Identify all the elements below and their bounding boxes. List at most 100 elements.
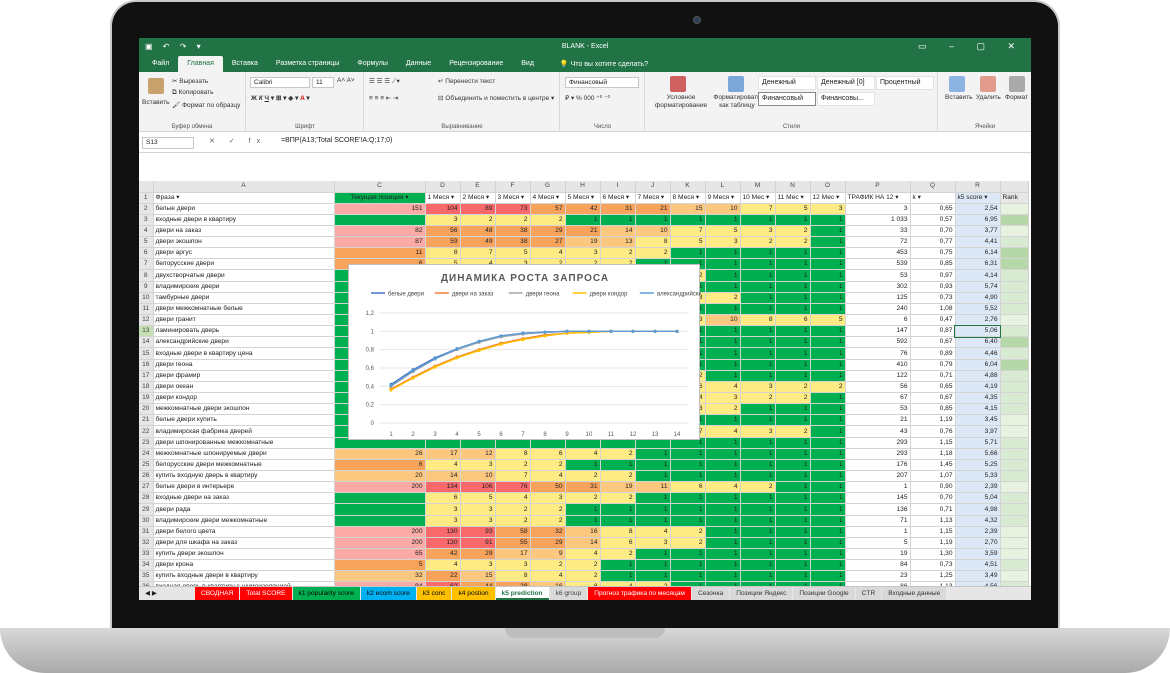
phrase-cell[interactable]: белорусские двери: [153, 258, 335, 271]
row-number[interactable]: 7: [139, 258, 154, 271]
k-cell[interactable]: 0,97: [910, 269, 956, 282]
month-cell[interactable]: 1: [775, 370, 811, 382]
tab-2[interactable]: Вставка: [223, 56, 267, 72]
rank-cell[interactable]: [1000, 559, 1029, 572]
month-cell[interactable]: 3: [565, 247, 601, 260]
sheet-tab[interactable]: Входные данные: [882, 587, 947, 600]
k5-score-cell[interactable]: 5,66: [955, 448, 1001, 460]
current-position-cell[interactable]: 65: [334, 548, 426, 561]
column-header[interactable]: G: [530, 181, 566, 193]
month-cell[interactable]: 1: [740, 214, 776, 226]
month-cell[interactable]: 8: [635, 236, 671, 249]
month-cell[interactable]: 1: [810, 537, 846, 550]
k-cell[interactable]: 0,65: [910, 203, 956, 215]
phrase-cell[interactable]: двери аргус: [153, 247, 335, 260]
month-cell[interactable]: 15: [670, 203, 706, 215]
rank-cell[interactable]: [1000, 370, 1029, 382]
k-cell[interactable]: 1,13: [910, 515, 956, 527]
header-cell[interactable]: 10 Мес ▾: [740, 192, 776, 204]
month-cell[interactable]: 14: [565, 537, 601, 550]
month-cell[interactable]: 2: [530, 559, 566, 572]
month-cell[interactable]: 2: [775, 236, 811, 249]
month-cell[interactable]: 59: [425, 236, 461, 249]
rank-cell[interactable]: [1000, 381, 1029, 394]
tab-3[interactable]: Разметка страницы: [267, 56, 349, 72]
rank-cell[interactable]: [1000, 492, 1029, 505]
month-cell[interactable]: 5: [705, 225, 741, 238]
month-cell[interactable]: 1: [670, 459, 706, 472]
row-number[interactable]: 22: [139, 425, 154, 438]
month-cell[interactable]: 1: [740, 470, 776, 483]
month-cell[interactable]: 1: [740, 247, 776, 260]
sheet-tab[interactable]: Позиции Google: [793, 587, 855, 600]
month-cell[interactable]: 4: [425, 559, 461, 572]
month-cell[interactable]: 17: [495, 548, 531, 561]
wrap-text-button[interactable]: ↵ Перенести текст: [438, 77, 495, 85]
month-cell[interactable]: 1: [775, 247, 811, 260]
k-cell[interactable]: 1,30: [910, 548, 956, 561]
k5-score-cell[interactable]: 5,33: [955, 470, 1001, 483]
sheet-tab[interactable]: k3 conc: [416, 587, 452, 600]
k5-score-cell[interactable]: 4,88: [955, 370, 1001, 382]
month-cell[interactable]: 8: [495, 448, 531, 460]
month-cell[interactable]: 2: [530, 214, 566, 226]
traffic-cell[interactable]: 147: [845, 325, 911, 338]
month-cell[interactable]: 1: [705, 503, 741, 516]
k-cell[interactable]: 0,76: [910, 425, 956, 438]
column-header[interactable]: H: [565, 181, 601, 193]
traffic-cell[interactable]: 67: [845, 392, 911, 405]
month-cell[interactable]: 1: [635, 515, 671, 527]
current-position-cell[interactable]: 200: [334, 526, 426, 538]
k-cell[interactable]: 0,47: [910, 314, 956, 327]
sheet-tab[interactable]: Прогноз трафика по месяцам: [588, 587, 691, 600]
month-cell[interactable]: 2: [530, 459, 566, 472]
month-cell[interactable]: 1: [740, 403, 776, 416]
month-cell[interactable]: 1: [740, 448, 776, 460]
current-position-cell[interactable]: 82: [334, 225, 426, 238]
tab-4[interactable]: Формулы: [348, 56, 396, 72]
month-cell[interactable]: 1: [775, 359, 811, 371]
k5-score-cell[interactable]: 3,45: [955, 414, 1001, 427]
delete-cells-button[interactable]: Удалить: [976, 94, 1001, 101]
traffic-cell[interactable]: 56: [845, 381, 911, 394]
month-cell[interactable]: 1: [635, 559, 671, 572]
k-cell[interactable]: 0,57: [910, 214, 956, 226]
phrase-cell[interactable]: двери океан: [153, 381, 335, 394]
phrase-cell[interactable]: белые двери: [153, 203, 335, 215]
month-cell[interactable]: 3: [425, 214, 461, 226]
month-cell[interactable]: 73: [495, 203, 531, 215]
k5-score-cell[interactable]: 3,59: [955, 548, 1001, 561]
rank-cell[interactable]: [1000, 303, 1029, 316]
month-cell[interactable]: 5: [460, 492, 496, 505]
sheet-tab[interactable]: k4 postion: [452, 587, 495, 600]
month-cell[interactable]: 2: [705, 292, 741, 304]
row-number[interactable]: 18: [139, 381, 154, 394]
month-cell[interactable]: 1: [705, 414, 741, 427]
month-cell[interactable]: 38: [495, 225, 531, 238]
month-cell[interactable]: 2: [495, 459, 531, 472]
sheet-tab[interactable]: СВОДНАЯ: [194, 587, 240, 600]
month-cell[interactable]: 1: [705, 347, 741, 360]
month-cell[interactable]: 2: [460, 214, 496, 226]
row-number[interactable]: 3: [139, 214, 154, 226]
month-cell[interactable]: 1: [670, 503, 706, 516]
k-cell[interactable]: 0,73: [910, 292, 956, 304]
month-cell[interactable]: 1: [810, 281, 846, 293]
fx-icon[interactable]: ✕ ✓ fx: [209, 137, 266, 145]
month-cell[interactable]: 1: [775, 492, 811, 505]
month-cell[interactable]: 2: [740, 392, 776, 405]
current-position-cell[interactable]: 20: [334, 470, 426, 483]
header-cell[interactable]: 12 Мес ▾: [810, 192, 846, 204]
month-cell[interactable]: 3: [425, 503, 461, 516]
header-cell[interactable]: 9 Меся ▾: [705, 192, 741, 204]
rank-cell[interactable]: [1000, 214, 1029, 226]
month-cell[interactable]: 31: [565, 481, 601, 494]
month-cell[interactable]: 13: [600, 236, 636, 249]
month-cell[interactable]: 1: [775, 292, 811, 304]
rank-cell[interactable]: [1000, 236, 1029, 249]
month-cell[interactable]: 1: [600, 459, 636, 472]
month-cell[interactable]: 4: [705, 381, 741, 394]
k-cell[interactable]: 0,70: [910, 492, 956, 505]
traffic-cell[interactable]: 76: [845, 347, 911, 360]
month-cell[interactable]: 106: [460, 481, 496, 494]
